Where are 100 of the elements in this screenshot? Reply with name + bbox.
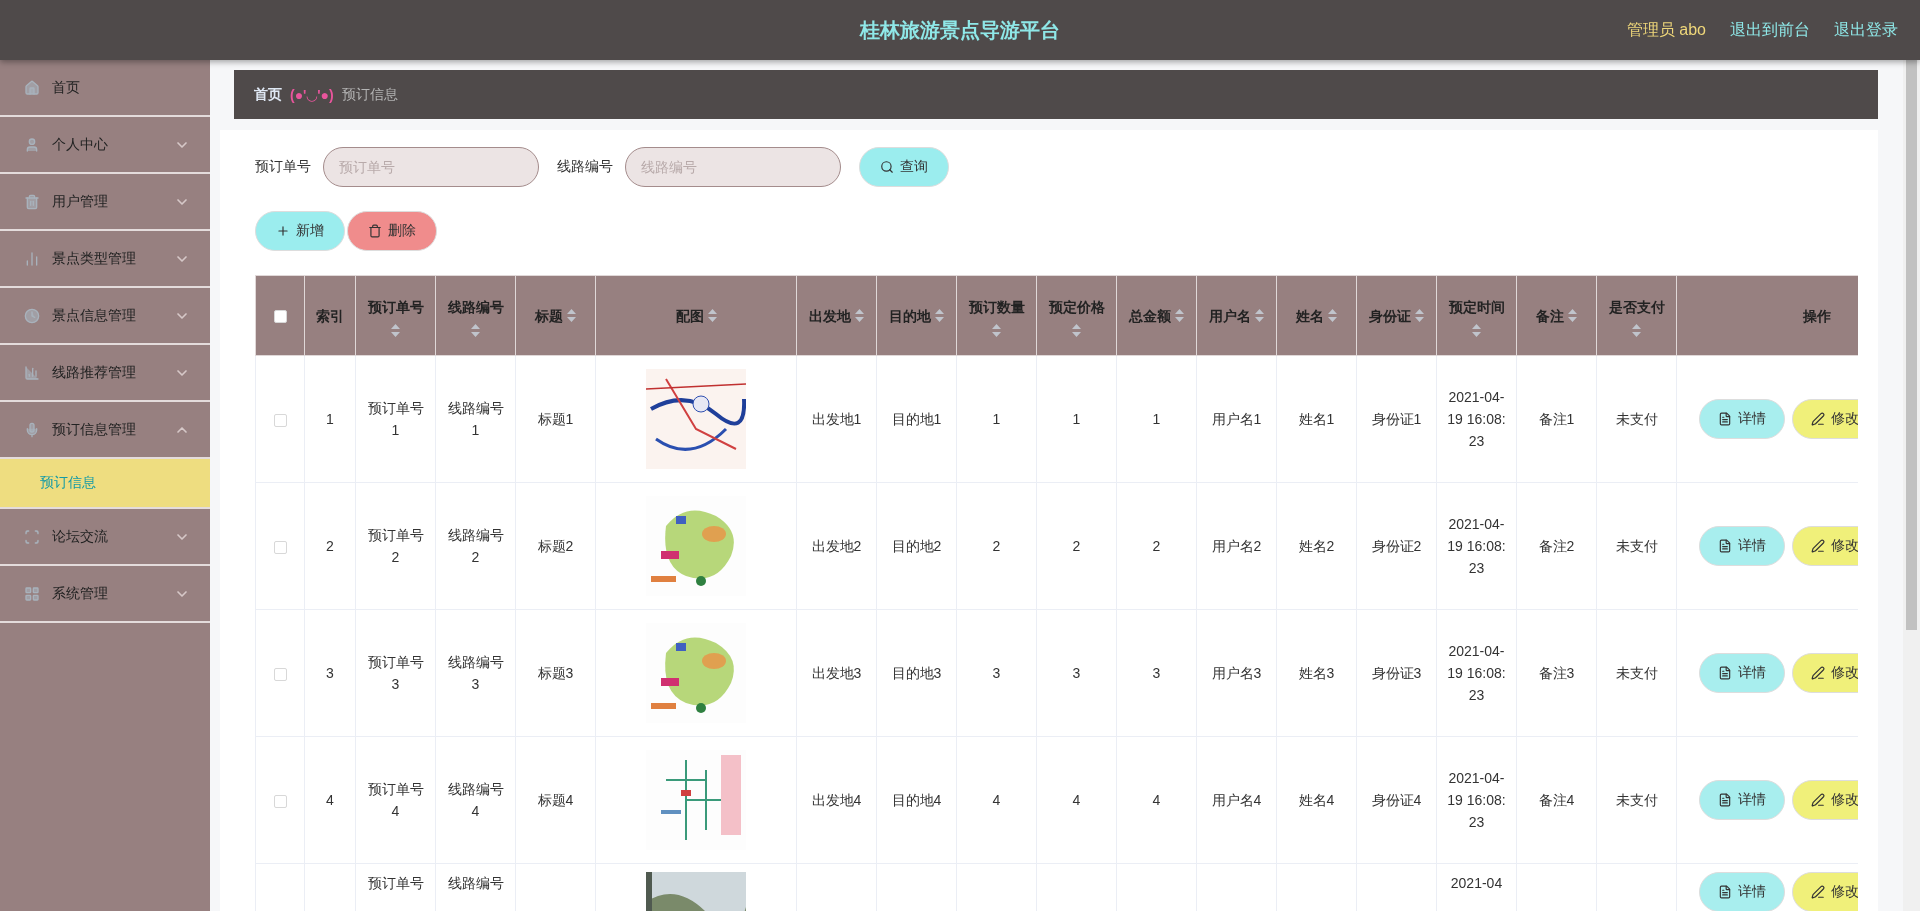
app-title: 桂林旅游景点导游平台 [860,17,1060,43]
sidebar-item[interactable]: 个人中心 [0,117,210,174]
column-header: 操作 [1676,275,1858,356]
details-button[interactable]: 详情 [1699,399,1785,439]
menu-label: 线路推荐管理 [52,363,136,382]
menu-label: 个人中心 [52,135,108,154]
column-header[interactable]: 备注 [1516,275,1597,356]
table-cell: 目的地3 [891,665,942,681]
sidebar-item[interactable]: 景点类型管理 [0,231,210,288]
column-header[interactable]: 标题 [515,275,596,356]
details-button[interactable]: 详情 [1699,780,1785,820]
table-cell: 标题1 [537,411,574,427]
table-cell: 出发地4 [811,792,862,808]
header-link[interactable]: 退出登录 [1834,19,1898,41]
header-link[interactable]: 退出到前台 [1730,19,1810,41]
column-header[interactable]: 线路编号 [435,275,516,356]
table-cell: 线路编号3 [447,654,504,692]
sidebar-item[interactable]: 用户管理 [0,174,210,231]
column-header[interactable]: 出发地 [796,275,877,356]
table-cell: 姓名4 [1298,792,1335,808]
details-button[interactable]: 详情 [1699,872,1785,911]
row-checkbox[interactable] [273,794,287,808]
microphone-icon [24,421,40,438]
delete-button[interactable]: 删除 [347,211,437,251]
sidebar-item[interactable]: 线路推荐管理 [0,345,210,402]
column-header[interactable]: 配图 [595,275,797,356]
table-cell: 预订单号1 [367,400,424,438]
sort-icon[interactable] [471,324,480,337]
sort-icon[interactable] [391,324,400,337]
table-cell: 目的地2 [891,538,942,554]
table-cell: 未支付 [1615,411,1658,427]
sort-icon[interactable] [567,309,576,322]
column-header[interactable]: 姓名 [1276,275,1357,356]
search-button[interactable]: 查询 [859,147,949,187]
column-header[interactable]: 预订单号 [355,275,436,356]
sort-icon[interactable] [1175,309,1184,322]
sort-icon[interactable] [1472,324,1481,337]
field-label: 线路编号 [557,158,613,176]
sidebar-item[interactable]: 首页 [0,60,210,117]
sort-icon[interactable] [855,309,864,322]
sort-icon[interactable] [1415,309,1424,322]
edit-button[interactable]: 修改 [1792,780,1858,820]
sort-icon[interactable] [1568,309,1577,322]
menu-label: 论坛交流 [52,527,108,546]
breadcrumb-link[interactable]: 首页 [254,85,282,104]
edit-button[interactable]: 修改 [1792,872,1858,911]
select-all-checkbox[interactable] [273,310,287,324]
scrollbar[interactable] [1903,60,1920,911]
table-cell: 身份证2 [1371,538,1422,554]
table-cell: 2 [1072,538,1081,554]
sort-icon[interactable] [707,309,717,322]
table-cell: 出发地1 [811,411,862,427]
sort-icon[interactable] [992,324,1001,337]
table-cell: 身份证1 [1371,411,1422,427]
table-cell: 4 [992,792,1001,808]
add-button[interactable]: 新增 [255,211,345,251]
sort-icon[interactable] [1632,324,1641,337]
row-checkbox[interactable] [273,413,287,427]
menu-label: 景点类型管理 [52,249,136,268]
column-header[interactable]: 身份证 [1356,275,1437,356]
column-header[interactable]: 是否支付 [1596,275,1677,356]
sort-icon[interactable] [935,309,944,322]
table-cell: 姓名3 [1298,665,1335,681]
home-icon [24,79,40,96]
table-cell: 2021-04-19 16:08:23 [1447,770,1506,830]
table-cell: 1 [1152,411,1161,427]
table-cell: 2021-04-19 16:08:23 [1447,389,1506,449]
column-header[interactable]: 目的地 [876,275,957,356]
row-checkbox[interactable] [273,667,287,681]
edit-button[interactable]: 修改 [1792,653,1858,693]
sort-icon[interactable] [1072,324,1081,337]
table-cell: 4 [1072,792,1081,808]
details-button[interactable]: 详情 [1699,526,1785,566]
details-button[interactable]: 详情 [1699,653,1785,693]
column-header[interactable]: 预订数量 [956,275,1037,356]
submenu-item[interactable]: 预订信息 [0,459,210,509]
table-cell: 预订单号2 [367,527,424,565]
search-field[interactable]: 线路编号 [625,147,841,187]
sidebar-item[interactable]: 系统管理 [0,566,210,623]
document-icon [1718,539,1732,553]
trash-icon [24,193,40,210]
table-cell: 出发地3 [811,665,862,681]
column-header[interactable]: 总金额 [1116,275,1197,356]
column-header[interactable]: 用户名 [1196,275,1277,356]
edit-button[interactable]: 修改 [1792,399,1858,439]
table-cell: 未支付 [1615,792,1658,808]
document-icon [1718,666,1732,680]
menu-label: 系统管理 [52,584,108,603]
column-header[interactable]: 预定价格 [1036,275,1117,356]
column-header[interactable]: 预定时间 [1436,275,1517,356]
row-checkbox[interactable] [273,540,287,554]
sidebar-item[interactable]: 论坛交流 [0,509,210,566]
table-cell: 用户名3 [1211,665,1262,681]
sort-icon[interactable] [1255,309,1264,322]
table-cell: 2021-04 [1450,875,1503,891]
edit-button[interactable]: 修改 [1792,526,1858,566]
sidebar-item[interactable]: 景点信息管理 [0,288,210,345]
table-cell: 3 [992,665,1001,681]
table-cell: 姓名2 [1298,538,1335,554]
sort-icon[interactable] [1328,309,1337,322]
